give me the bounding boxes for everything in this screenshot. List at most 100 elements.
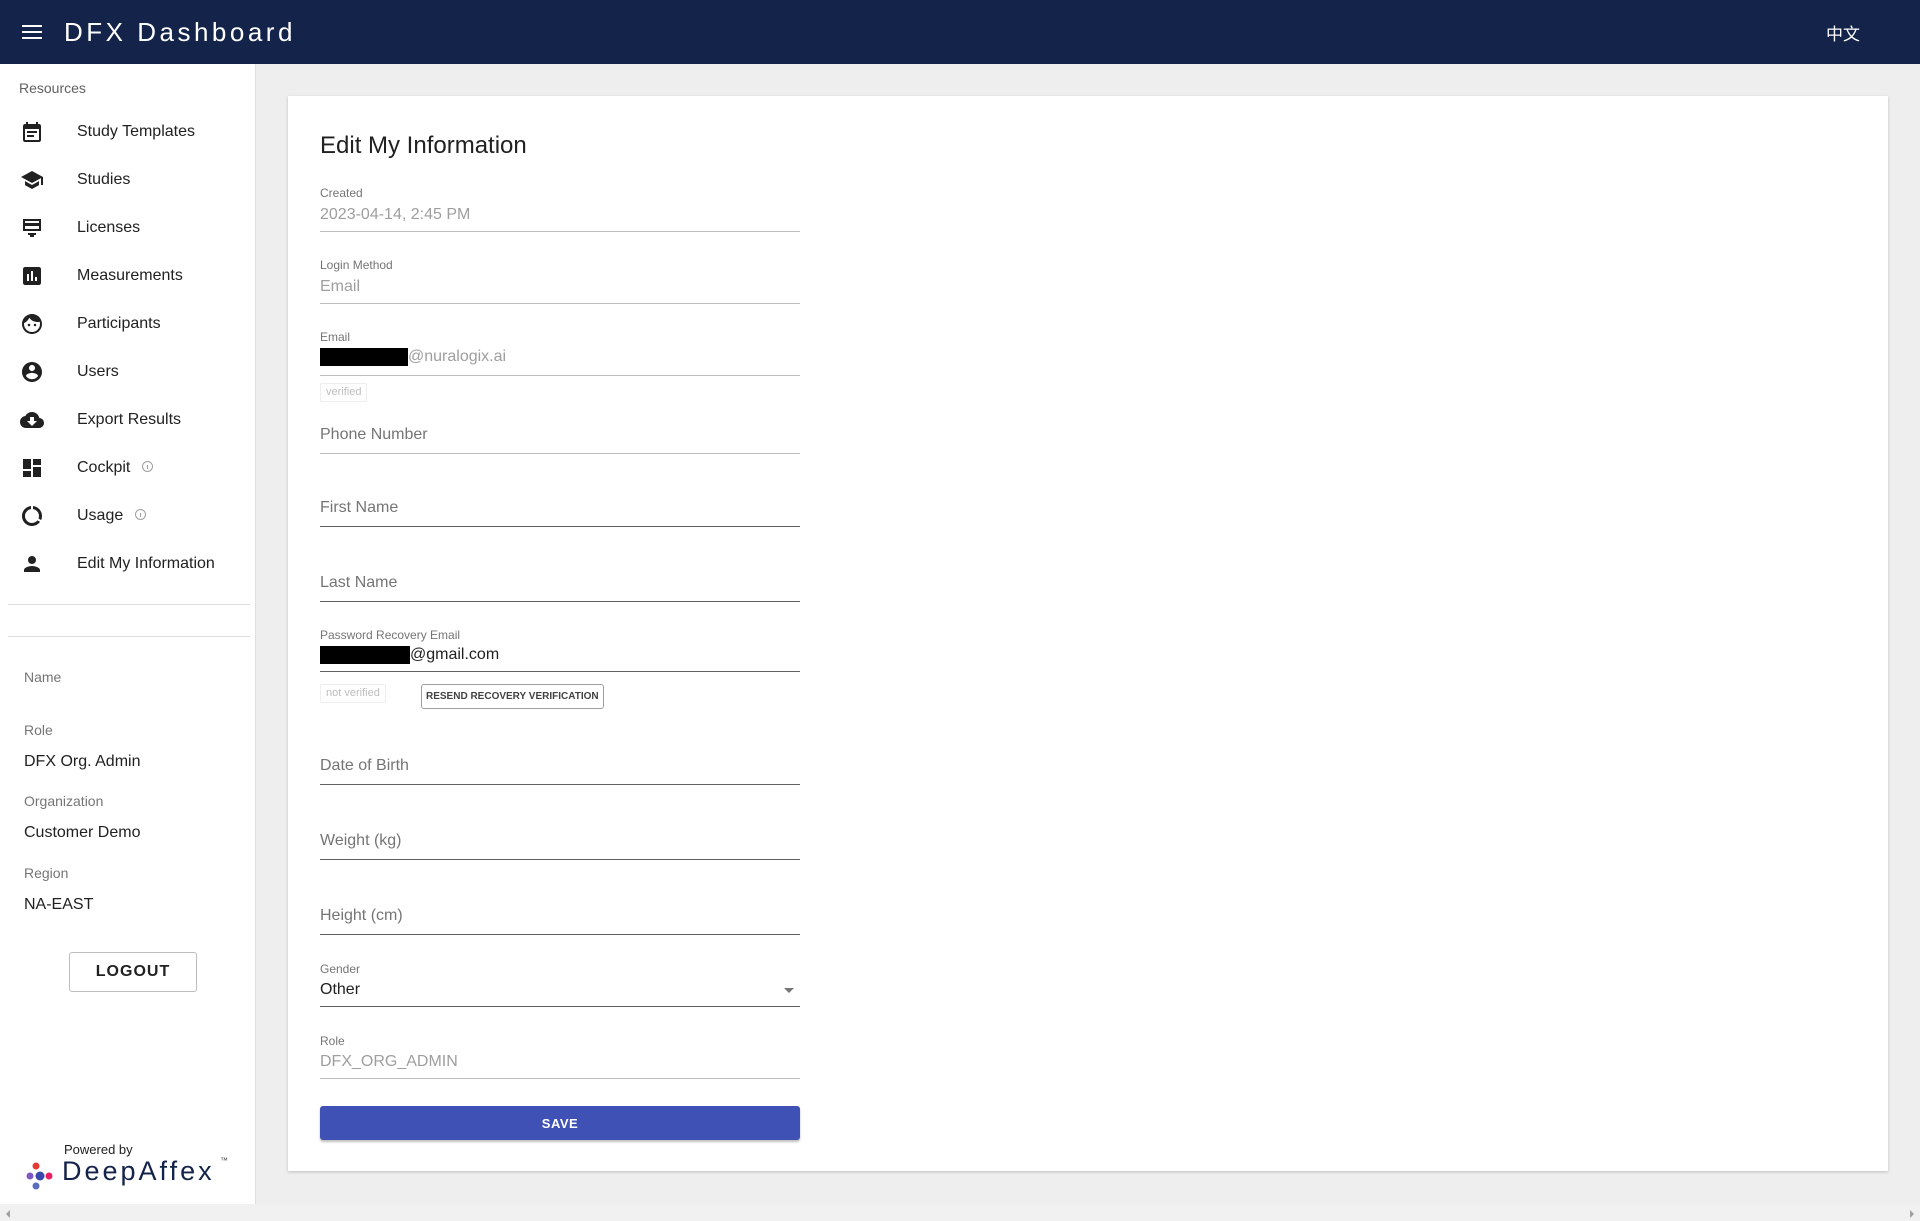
recovery-email-label: Password Recovery Email (320, 628, 461, 642)
field-underline (320, 934, 800, 935)
weight-placeholder: Weight (kg) (320, 832, 402, 849)
date-of-birth-input[interactable]: Date of Birth (320, 757, 800, 787)
bar-chart-icon (23, 267, 41, 285)
field-underline (320, 1078, 800, 1079)
user-name-label: Name (24, 669, 62, 685)
app-bar: DFX Dashboard 中文 (0, 0, 1920, 64)
sidebar-item-label: Study Templates (77, 123, 195, 140)
sidebar-item-label: Studies (77, 171, 131, 188)
resend-recovery-verification-button[interactable]: RESEND RECOVERY VERIFICATION (421, 684, 604, 709)
first-name-placeholder: First Name (320, 499, 399, 516)
scroll-right-icon[interactable] (1910, 1210, 1914, 1218)
field-underline (320, 601, 800, 602)
edit-info-card: Edit My Information Created 2023-04-14, … (288, 96, 1888, 1171)
height-placeholder: Height (cm) (320, 907, 403, 924)
field-underline (320, 671, 800, 672)
sidebar-divider (8, 636, 250, 637)
powered-by-logo: Powered by DeepAffex ™ (26, 1140, 236, 1190)
powered-by-text: Powered by (64, 1142, 133, 1157)
recovery-not-verified-badge: not verified (320, 684, 386, 703)
sidebar-item-label: Users (77, 363, 119, 380)
region-label: Region (24, 865, 69, 881)
account-circle-icon (22, 362, 42, 382)
sidebar-item-label: Licenses (77, 219, 141, 236)
date-of-birth-placeholder: Date of Birth (320, 757, 409, 774)
role-field: Role DFX_ORG_ADMIN (320, 1034, 800, 1080)
graduation-cap-icon (21, 171, 43, 189)
info-icon[interactable] (135, 509, 147, 521)
sidebar-item-label: Cockpit (77, 459, 154, 477)
field-underline (320, 375, 800, 376)
calendar-icon (23, 122, 41, 142)
role-label: Role (320, 1034, 345, 1048)
sidebar-item-edit-my-information[interactable]: Edit My Information (0, 540, 256, 588)
sidebar-item-participants[interactable]: Participants (0, 300, 256, 348)
cloud-download-icon (20, 412, 44, 428)
sidebar-item-label: Measurements (77, 267, 183, 284)
sidebar-item-label: Export Results (77, 411, 182, 428)
hamburger-menu-icon[interactable] (0, 0, 64, 64)
email-value: @nuralogix.ai (320, 348, 506, 366)
card-icon (23, 219, 41, 237)
field-underline (320, 859, 800, 860)
email-verified-badge: verified (320, 383, 368, 402)
sidebar-item-label: Participants (77, 315, 161, 332)
redacted-block (320, 348, 408, 366)
sidebar-item-measurements[interactable]: Measurements (0, 252, 256, 300)
region-value: NA-EAST (24, 896, 94, 913)
field-underline (320, 526, 800, 527)
height-input[interactable]: Height (cm) (320, 907, 800, 937)
sidebar-nav: Study Templates Studies Licenses Measure… (0, 108, 256, 588)
sidebar: Resources Study Templates Studies Licens… (0, 64, 256, 1204)
gender-label: Gender (320, 962, 361, 976)
sidebar-item-studies[interactable]: Studies (0, 156, 256, 204)
gender-select[interactable]: Gender Other (320, 962, 800, 1008)
sidebar-item-export-results[interactable]: Export Results (0, 396, 256, 444)
login-method-field: Login Method Email (320, 258, 800, 304)
field-underline (320, 303, 800, 304)
app-title: DFX Dashboard (64, 16, 296, 47)
role-value: DFX_ORG_ADMIN (320, 1053, 458, 1070)
sidebar-section-label: Resources (19, 80, 86, 96)
first-name-input[interactable]: First Name (320, 499, 800, 529)
deepaffex-logo-icon (26, 1162, 53, 1190)
organization-label: Organization (24, 793, 104, 809)
email-field: Email @nuralogix.ai verified (320, 330, 800, 402)
brand-name: DeepAffex (62, 1156, 215, 1186)
sidebar-item-users[interactable]: Users (0, 348, 256, 396)
recovery-email-input[interactable]: Password Recovery Email @gmail.com not v… (320, 628, 800, 710)
user-role-label: Role (24, 722, 53, 738)
last-name-input[interactable]: Last Name (320, 574, 800, 604)
brand-trademark: ™ (220, 1156, 228, 1165)
sidebar-item-cockpit[interactable]: Cockpit (0, 444, 256, 492)
created-label: Created (320, 186, 363, 200)
phone-number-input[interactable]: Phone Number (320, 426, 800, 484)
sidebar-item-label: Usage (77, 507, 147, 525)
gender-value: Other (320, 981, 361, 998)
chevron-down-icon[interactable] (784, 988, 794, 993)
sidebar-item-study-templates[interactable]: Study Templates (0, 108, 256, 156)
sidebar-item-licenses[interactable]: Licenses (0, 204, 256, 252)
save-button[interactable]: SAVE (320, 1106, 800, 1140)
logout-button[interactable]: LOGOUT (69, 952, 197, 992)
sidebar-divider (8, 604, 250, 605)
horizontal-scrollbar[interactable] (0, 1204, 1920, 1221)
face-icon (22, 314, 42, 334)
info-icon[interactable] (142, 461, 154, 473)
weight-input[interactable]: Weight (kg) (320, 832, 800, 862)
scroll-left-icon[interactable] (6, 1210, 10, 1218)
dashboard-icon (23, 459, 41, 477)
created-value: 2023-04-14, 2:45 PM (320, 206, 471, 223)
page-title: Edit My Information (320, 132, 527, 159)
field-underline (320, 1006, 800, 1007)
sidebar-item-usage[interactable]: Usage (0, 492, 256, 540)
organization-value: Customer Demo (24, 824, 141, 841)
person-icon (24, 556, 40, 572)
redacted-block (320, 646, 410, 664)
created-field: Created 2023-04-14, 2:45 PM (320, 186, 800, 232)
login-method-label: Login Method (320, 258, 393, 272)
login-method-value: Email (320, 278, 361, 295)
field-underline (320, 784, 800, 785)
last-name-placeholder: Last Name (320, 574, 398, 591)
language-toggle[interactable]: 中文 (1826, 20, 1860, 45)
